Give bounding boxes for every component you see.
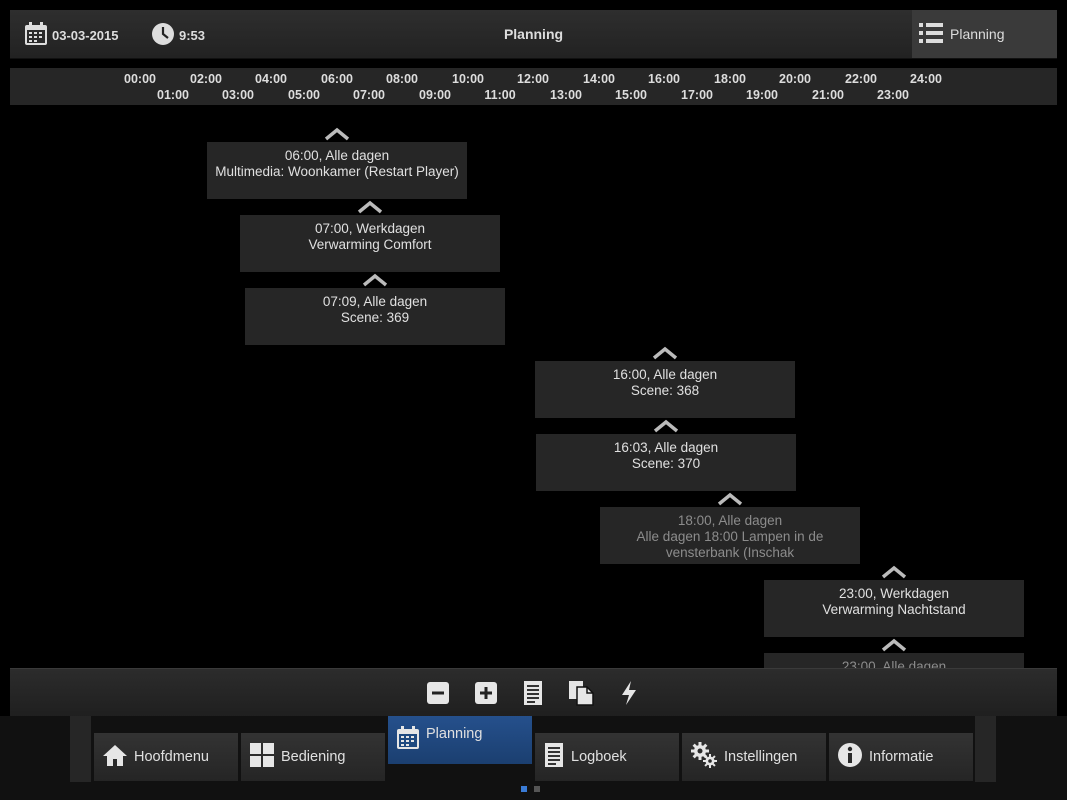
calendar-icon — [396, 726, 420, 754]
timeline-tick: 21:00 — [812, 88, 844, 102]
home-icon — [102, 743, 128, 771]
chevron-up-icon[interactable] — [653, 419, 679, 433]
timeline-tick: 23:00 — [877, 88, 909, 102]
nav-item-label: Informatie — [869, 749, 934, 765]
view-planning-label: Planning — [950, 26, 1005, 42]
list-icon — [918, 21, 944, 48]
timeline-tick: 13:00 — [550, 88, 582, 102]
schedule-event[interactable]: 07:00, Werkdagen Verwarming Comfort — [240, 215, 500, 272]
chevron-up-icon[interactable] — [324, 127, 350, 141]
calendar-icon — [24, 22, 48, 49]
chevron-up-icon[interactable] — [717, 492, 743, 506]
timeline-tick: 02:00 — [190, 72, 222, 86]
info-icon — [837, 742, 863, 772]
nav-item-label: Logboek — [571, 749, 627, 765]
timeline-tick: 20:00 — [779, 72, 811, 86]
timeline-tick: 18:00 — [714, 72, 746, 86]
timeline-tick: 14:00 — [583, 72, 615, 86]
event-description: Scene: 370 — [631, 456, 701, 471]
timeline-tick: 19:00 — [746, 88, 778, 102]
chevron-up-icon[interactable] — [652, 346, 678, 360]
plus-icon[interactable] — [472, 679, 500, 707]
schedule-event[interactable]: 18:00, Alle dagen Alle dagen 18:00 Lampe… — [600, 507, 860, 564]
nav-item-logboek[interactable]: Logboek — [535, 733, 679, 781]
event-description: Verwarming Nachtstand — [822, 602, 966, 617]
date-display: 03-03-2015 — [24, 22, 119, 49]
timeline-tick: 05:00 — [288, 88, 320, 102]
event-time: 23:00, Werkdagen — [838, 586, 950, 601]
timeline-tick: 00:00 — [124, 72, 156, 86]
schedule-area: 06:00, Alle dagen Multimedia: Woonkamer … — [0, 105, 1067, 668]
nav-item-instellingen[interactable]: Instellingen — [682, 733, 826, 781]
event-description: Multimedia: Woonkamer (Restart Player) — [215, 164, 459, 179]
timeline-tick: 08:00 — [386, 72, 418, 86]
action-toolbar — [10, 668, 1057, 717]
view-planning-button[interactable]: Planning — [912, 10, 1057, 58]
event-description: Scene: 368 — [630, 383, 700, 398]
lightning-icon[interactable] — [615, 679, 643, 707]
page-indicator[interactable] — [534, 786, 540, 792]
timeline-tick: 09:00 — [419, 88, 451, 102]
nav-left-edge — [70, 716, 91, 782]
timeline-tick: 07:00 — [353, 88, 385, 102]
document-icon[interactable] — [519, 679, 547, 707]
nav-item-label: Bediening — [281, 749, 346, 765]
event-description: Scene: 369 — [340, 310, 410, 325]
date-text: 03-03-2015 — [52, 28, 119, 43]
nav-item-informatie[interactable]: Informatie — [829, 733, 973, 781]
gears-icon — [690, 741, 718, 773]
nav-item-label: Planning — [426, 726, 483, 742]
timeline-tick: 10:00 — [452, 72, 484, 86]
event-time: 23:00, Alle dagen — [841, 659, 947, 668]
logbook-icon — [543, 742, 565, 772]
time-text: 9:53 — [179, 28, 206, 43]
nav-item-label: Hoofdmenu — [134, 749, 209, 765]
event-time: 06:00, Alle dagen — [284, 148, 390, 163]
chevron-up-icon[interactable] — [881, 565, 907, 579]
timeline-tick: 16:00 — [648, 72, 680, 86]
timeline-tick: 17:00 — [681, 88, 713, 102]
nav-item-label: Instellingen — [724, 749, 798, 765]
nav-item-bediening[interactable]: Bediening — [241, 733, 385, 781]
event-time: 16:00, Alle dagen — [612, 367, 718, 382]
schedule-event[interactable]: 06:00, Alle dagen Multimedia: Woonkamer … — [207, 142, 467, 199]
schedule-event[interactable]: 23:00, Werkdagen Verwarming Nachtstand — [764, 580, 1024, 637]
chevron-up-icon[interactable] — [362, 273, 388, 287]
event-description: Alle dagen 18:00 Lampen in de vensterban… — [636, 529, 824, 560]
clock-icon — [151, 22, 175, 49]
chevron-up-icon[interactable] — [357, 200, 383, 214]
copy-icon[interactable] — [567, 679, 595, 707]
timeline-tick: 15:00 — [615, 88, 647, 102]
grid-icon — [249, 742, 275, 772]
timeline-tick: 03:00 — [222, 88, 254, 102]
header-bar: 03-03-2015 9:53 Planning Planning — [10, 10, 1057, 59]
event-time: 18:00, Alle dagen — [677, 513, 783, 528]
schedule-event[interactable]: 16:00, Alle dagen Scene: 368 — [535, 361, 795, 418]
timeline-tick: 24:00 — [910, 72, 942, 86]
event-description: Verwarming Comfort — [308, 237, 432, 252]
nav-item-planning[interactable]: Planning — [388, 716, 532, 764]
minus-icon[interactable] — [424, 679, 452, 707]
timeline-tick: 12:00 — [517, 72, 549, 86]
timeline-scale: 00:00 02:00 04:00 06:00 08:00 10:00 12:0… — [10, 68, 1057, 105]
nav-item-hoofdmenu[interactable]: Hoofdmenu — [94, 733, 238, 781]
timeline-tick: 01:00 — [157, 88, 189, 102]
timeline-tick: 11:00 — [484, 88, 516, 102]
schedule-event[interactable]: 16:03, Alle dagen Scene: 370 — [536, 434, 796, 491]
nav-right-edge — [975, 716, 996, 782]
timeline-tick: 06:00 — [321, 72, 353, 86]
timeline-tick: 22:00 — [845, 72, 877, 86]
event-time: 07:00, Werkdagen — [314, 221, 426, 236]
schedule-event[interactable]: 23:00, Alle dagen — [764, 653, 1024, 668]
event-time: 07:09, Alle dagen — [322, 294, 428, 309]
timeline-tick: 04:00 — [255, 72, 287, 86]
page-indicator-active[interactable] — [521, 786, 527, 792]
chevron-up-icon[interactable] — [881, 638, 907, 652]
event-time: 16:03, Alle dagen — [613, 440, 719, 455]
schedule-event[interactable]: 07:09, Alle dagen Scene: 369 — [245, 288, 505, 345]
time-display: 9:53 — [151, 22, 205, 49]
